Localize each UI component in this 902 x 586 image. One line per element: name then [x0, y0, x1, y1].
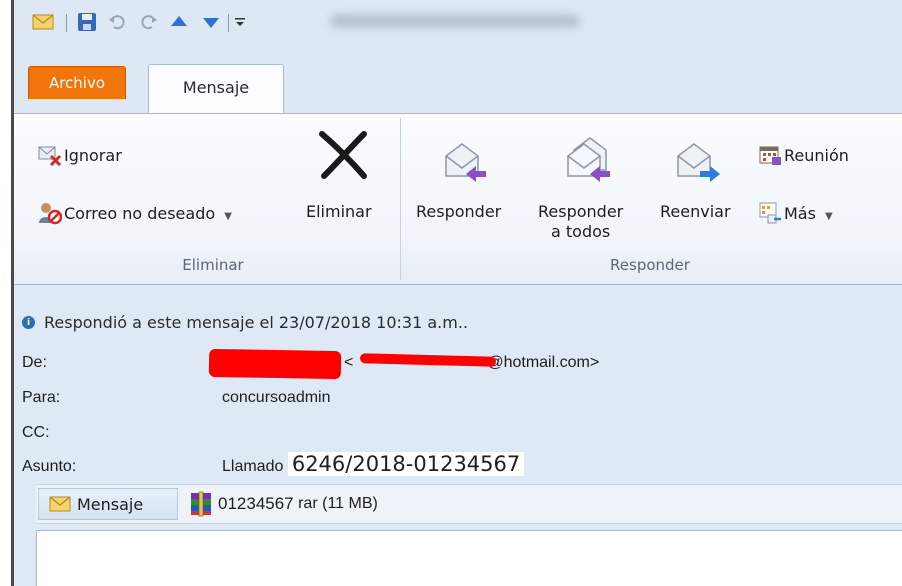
redo-icon[interactable] — [138, 10, 160, 34]
message-tab-button[interactable]: Mensaje — [38, 488, 178, 520]
reply-all-button[interactable]: Responder a todos — [538, 202, 623, 242]
delete-button[interactable]: Eliminar — [306, 202, 372, 221]
forward-icon — [672, 138, 722, 188]
ignore-icon — [38, 144, 62, 170]
group-label-eliminar: Eliminar — [182, 256, 244, 274]
attachment-file[interactable]: 01234567 rar (11 MB) — [188, 488, 378, 520]
info-icon: i — [22, 316, 35, 329]
cc-label: CC: — [22, 424, 50, 441]
more-icon — [758, 201, 782, 229]
chevron-down-icon: ▼ — [224, 211, 232, 222]
junk-mail-button[interactable]: Correo no deseado ▼ — [64, 204, 232, 223]
attachment-ext: rar — [298, 495, 318, 512]
mail-envelope-icon — [49, 496, 71, 512]
qat-separator — [66, 14, 67, 32]
from-value-start: < — [344, 354, 354, 371]
group-separator — [400, 118, 401, 280]
meeting-icon — [758, 144, 782, 170]
to-label: Para: — [22, 389, 61, 406]
subject-prefix: Llamado — [222, 458, 284, 475]
more-label: Más — [784, 204, 816, 223]
next-item-icon[interactable] — [200, 10, 222, 34]
message-body[interactable] — [36, 530, 902, 586]
reply-all-label-2: a todos — [551, 222, 611, 241]
from-value-end: @hotmail.com> — [487, 354, 600, 371]
info-text: Respondió a este mensaje el 23/07/2018 1… — [44, 313, 469, 332]
junk-mail-icon — [38, 201, 63, 229]
left-window-edge — [0, 0, 14, 586]
reply-icon — [440, 138, 490, 188]
more-button[interactable]: Más ▼ — [784, 204, 833, 223]
reply-all-icon — [562, 132, 616, 188]
to-value[interactable]: concursoadmin — [222, 389, 331, 407]
chevron-down-icon: ▼ — [825, 211, 833, 222]
junk-mail-label: Correo no deseado — [64, 204, 216, 223]
forward-button[interactable]: Reenviar — [660, 202, 731, 221]
reply-button[interactable]: Responder — [416, 202, 501, 221]
reply-all-label-1: Responder — [538, 202, 624, 221]
subject-number: 6246/2018-01234567 — [287, 452, 525, 476]
ignore-button[interactable]: Ignorar — [64, 146, 122, 165]
customize-toolbar-icon[interactable] — [232, 10, 248, 34]
mail-icon[interactable] — [30, 10, 56, 34]
tab-mensaje[interactable]: Mensaje — [148, 64, 284, 114]
tab-archivo[interactable]: Archivo — [28, 66, 126, 99]
qat-separator-2 — [228, 14, 229, 32]
from-label: De: — [22, 354, 47, 371]
info-bar: i Respondió a este mensaje el 23/07/2018… — [22, 313, 468, 332]
meeting-button[interactable]: Reunión — [784, 146, 849, 165]
attachment-name: 01234567 — [218, 494, 294, 513]
window-title-obscured — [330, 14, 580, 28]
message-tab-label: Mensaje — [77, 494, 144, 514]
subject-value: Llamado 6246/2018-01234567 — [222, 452, 525, 476]
undo-icon[interactable] — [106, 10, 128, 34]
previous-item-icon[interactable] — [168, 10, 190, 34]
group-label-responder: Responder — [610, 256, 690, 274]
attachment-size: (11 MB) — [322, 495, 378, 512]
redaction-mark-name — [208, 348, 342, 380]
delete-x-icon — [316, 128, 370, 186]
save-icon[interactable] — [74, 10, 100, 34]
winrar-archive-icon — [191, 491, 211, 517]
subject-label: Asunto: — [22, 458, 77, 475]
